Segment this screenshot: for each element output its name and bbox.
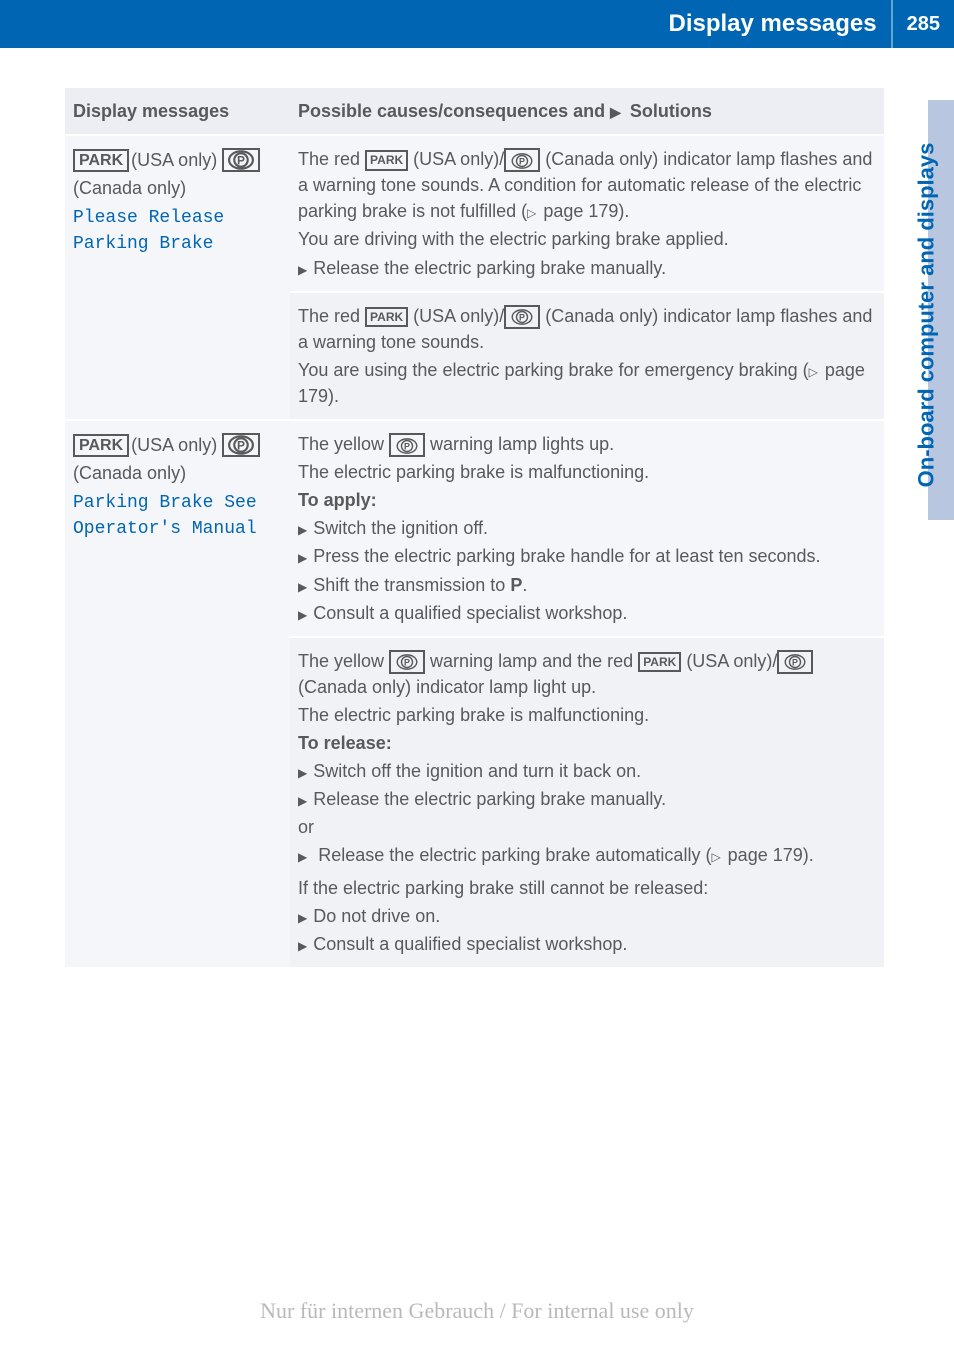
canada-only-text: (Canada only): [73, 460, 186, 486]
park-indicator-icon: PARK: [365, 307, 408, 327]
side-tab: On-board computer and displays: [906, 115, 946, 515]
body-text: If the electric parking brake still cann…: [298, 875, 876, 901]
solutions-triangle-icon: ▶: [610, 104, 621, 120]
p-circle-icon: [389, 433, 425, 457]
park-indicator-icon: PARK: [73, 149, 129, 172]
p-circle-icon: [222, 148, 260, 172]
park-indicator-icon: PARK: [638, 652, 681, 672]
solution-bullet: Release the electric parking brake manua…: [298, 255, 876, 281]
solution-bullet: Switch the ignition off.: [298, 515, 876, 541]
park-indicator-icon: PARK: [73, 434, 129, 457]
solution-cell: The yellow warning lamp and the red PARK…: [290, 637, 884, 968]
p-circle-icon: [777, 650, 813, 674]
action-label: To apply:: [298, 487, 876, 513]
solution-bullet: Release the electric parking brake autom…: [298, 842, 876, 868]
col-header-messages: Display messages: [65, 88, 290, 135]
or-text: or: [298, 814, 876, 840]
park-indicator-icon: PARK: [365, 150, 408, 170]
display-message-text: Please Release Parking Brake: [73, 205, 282, 257]
page-ref-icon: [809, 360, 820, 380]
page-number: 285: [891, 0, 954, 48]
solution-bullet: Consult a qualified specialist workshop.: [298, 600, 876, 626]
usa-only-text: (USA only): [131, 147, 217, 173]
body-text: You are driving with the electric parkin…: [298, 226, 876, 252]
col-header-solutions: Possible causes/consequences and ▶ Solut…: [290, 88, 884, 135]
table-row: PARK (USA only) (Canada only) Parking Br…: [65, 420, 884, 637]
p-circle-icon: [222, 433, 260, 457]
solution-bullet: Consult a qualified specialist workshop.: [298, 931, 876, 957]
p-circle-icon: [504, 305, 540, 329]
solution-bullet: Shift the transmission to P.: [298, 572, 876, 598]
solution-cell: The yellow warning lamp lights up. The e…: [290, 420, 884, 637]
watermark-text: Nur für internen Gebrauch / For internal…: [0, 1298, 954, 1324]
solution-bullet: Press the electric parking brake handle …: [298, 543, 876, 569]
display-message-text: Parking Brake See Operator's Manual: [73, 490, 282, 542]
solution-bullet: Switch off the ignition and turn it back…: [298, 758, 876, 784]
solution-bullet: Release the electric parking brake manua…: [298, 786, 876, 812]
action-label: To release:: [298, 730, 876, 756]
solution-bullet: Do not drive on.: [298, 903, 876, 929]
side-tab-label: On-board computer and displays: [913, 143, 939, 488]
header-title: Display messages: [0, 0, 891, 48]
usa-only-text: (USA only): [131, 432, 217, 458]
solution-cell: The red PARK (USA only)/ (Canada only) i…: [290, 292, 884, 420]
message-cell: PARK (USA only) (Canada only) Parking Br…: [65, 420, 290, 968]
solution-cell: The red PARK (USA only)/ (Canada only) i…: [290, 135, 884, 292]
page-ref-icon: [527, 201, 538, 221]
content-area: Display messages Possible causes/consequ…: [0, 88, 954, 969]
p-circle-icon: [389, 650, 425, 674]
page-ref-icon: [711, 845, 722, 865]
header-bar: Display messages 285: [0, 0, 954, 48]
messages-table: Display messages Possible causes/consequ…: [65, 88, 884, 969]
canada-only-text: (Canada only): [73, 175, 186, 201]
message-cell: PARK (USA only) (Canada only) Please Rel…: [65, 135, 290, 420]
body-text: The electric parking brake is malfunctio…: [298, 459, 876, 485]
p-circle-icon: [504, 148, 540, 172]
body-text: The electric parking brake is malfunctio…: [298, 702, 876, 728]
body-text: You are using the electric parking brake…: [298, 357, 876, 409]
table-row: PARK (USA only) (Canada only) Please Rel…: [65, 135, 884, 292]
